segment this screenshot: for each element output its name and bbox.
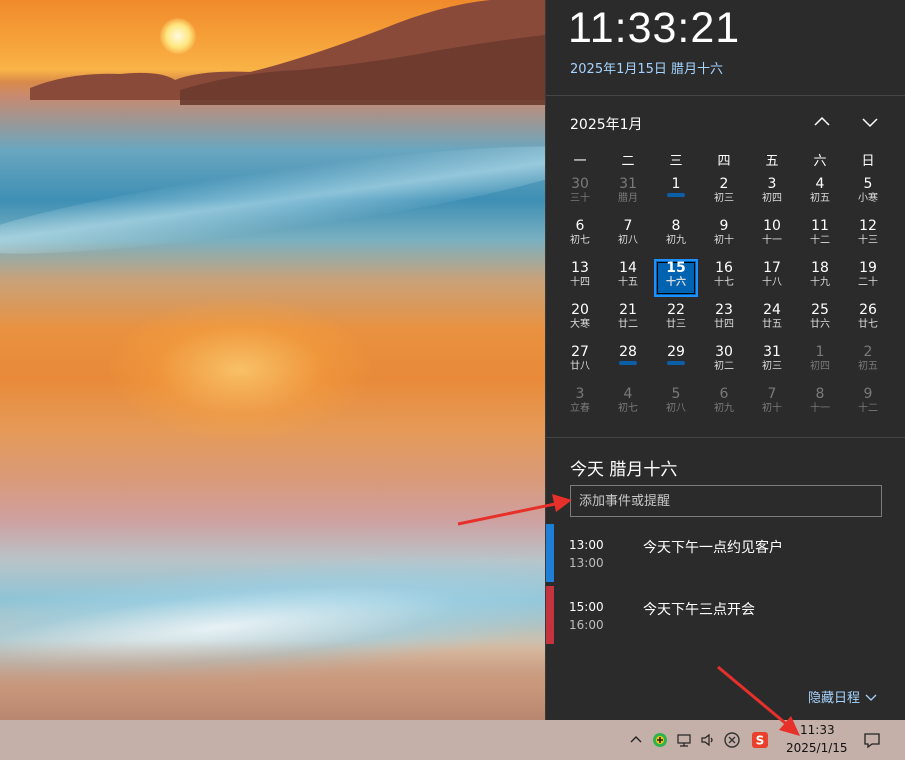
arrow-to-input [457,494,572,526]
annotation-arrows [457,494,800,736]
arrow-to-taskbar-clock [717,665,800,736]
